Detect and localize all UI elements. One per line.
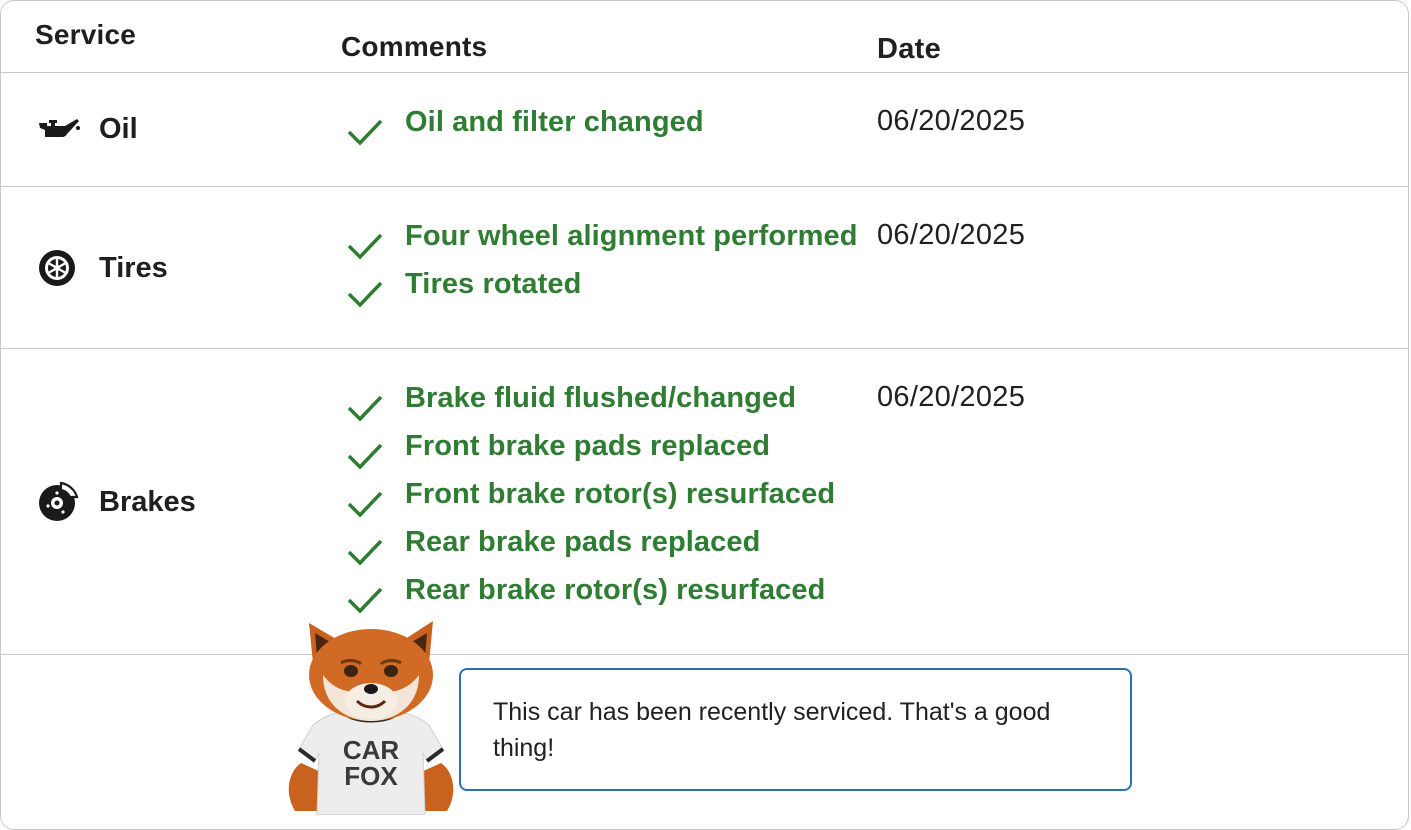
column-header-service: Service — [35, 19, 137, 50]
comment-text: Oil and filter changed — [405, 106, 704, 138]
service-name: Brakes — [99, 485, 196, 518]
list-item: Four wheel alignment performed — [345, 217, 858, 265]
list-item: Front brake pads replaced — [345, 427, 835, 475]
service-cell: Tires — [37, 248, 168, 288]
service-name: Tires — [99, 251, 168, 284]
comment-text: Front brake pads replaced — [405, 430, 771, 462]
checkmark-icon — [347, 119, 383, 146]
list-item: Oil and filter changed — [345, 103, 704, 151]
service-cell: Oil — [37, 109, 138, 149]
table-row-brakes: Brakes Brake fluid flushed/changed Front… — [1, 349, 1408, 655]
checkmark-icon — [347, 491, 383, 518]
checkmark-icon — [347, 233, 383, 260]
service-name: Oil — [99, 112, 138, 145]
service-date: 06/20/2025 — [877, 105, 1026, 137]
comment-text: Tires rotated — [405, 268, 582, 300]
service-date: 06/20/2025 — [877, 381, 1026, 413]
column-header-comments: Comments — [341, 31, 488, 62]
list-item: Rear brake pads replaced — [345, 523, 835, 571]
comment-list: Oil and filter changed — [345, 103, 704, 151]
service-date: 06/20/2025 — [877, 219, 1026, 251]
table-row-oil: Oil Oil and filter changed 06/20/2025 — [1, 73, 1408, 187]
comment-text: Brake fluid flushed/changed — [405, 382, 797, 414]
comment-text: Rear brake rotor(s) resurfaced — [405, 574, 826, 606]
checkmark-icon — [347, 539, 383, 566]
carfox-mascot: CAR FOX — [288, 621, 454, 815]
list-item: Tires rotated — [345, 265, 858, 313]
tire-icon — [37, 248, 81, 288]
list-item: Brake fluid flushed/changed — [345, 379, 835, 427]
oil-can-icon — [37, 109, 81, 149]
brake-disc-icon — [37, 481, 81, 522]
comment-text: Rear brake pads replaced — [405, 526, 761, 558]
comment-list: Brake fluid flushed/changed Front brake … — [345, 379, 835, 619]
list-item: Front brake rotor(s) resurfaced — [345, 475, 835, 523]
checkmark-icon — [347, 281, 383, 308]
comment-text: Four wheel alignment performed — [405, 220, 858, 252]
column-header-date: Date — [877, 33, 942, 65]
table-row-tires: Tires Four wheel alignment performed Tir… — [1, 187, 1408, 349]
service-cell: Brakes — [37, 481, 196, 522]
comment-text: Front brake rotor(s) resurfaced — [405, 478, 836, 510]
comment-list: Four wheel alignment performed Tires rot… — [345, 217, 858, 313]
checkmark-icon — [347, 443, 383, 470]
list-item: Rear brake rotor(s) resurfaced — [345, 571, 835, 619]
checkmark-icon — [347, 395, 383, 422]
table-header: Service Comments Date — [1, 1, 1408, 73]
serviced-message-bubble: This car has been recently serviced. Tha… — [459, 668, 1132, 791]
shirt-text-fox: FOX — [344, 761, 398, 791]
service-history-card: Service Comments Date Oil Oil and filter… — [0, 0, 1409, 830]
